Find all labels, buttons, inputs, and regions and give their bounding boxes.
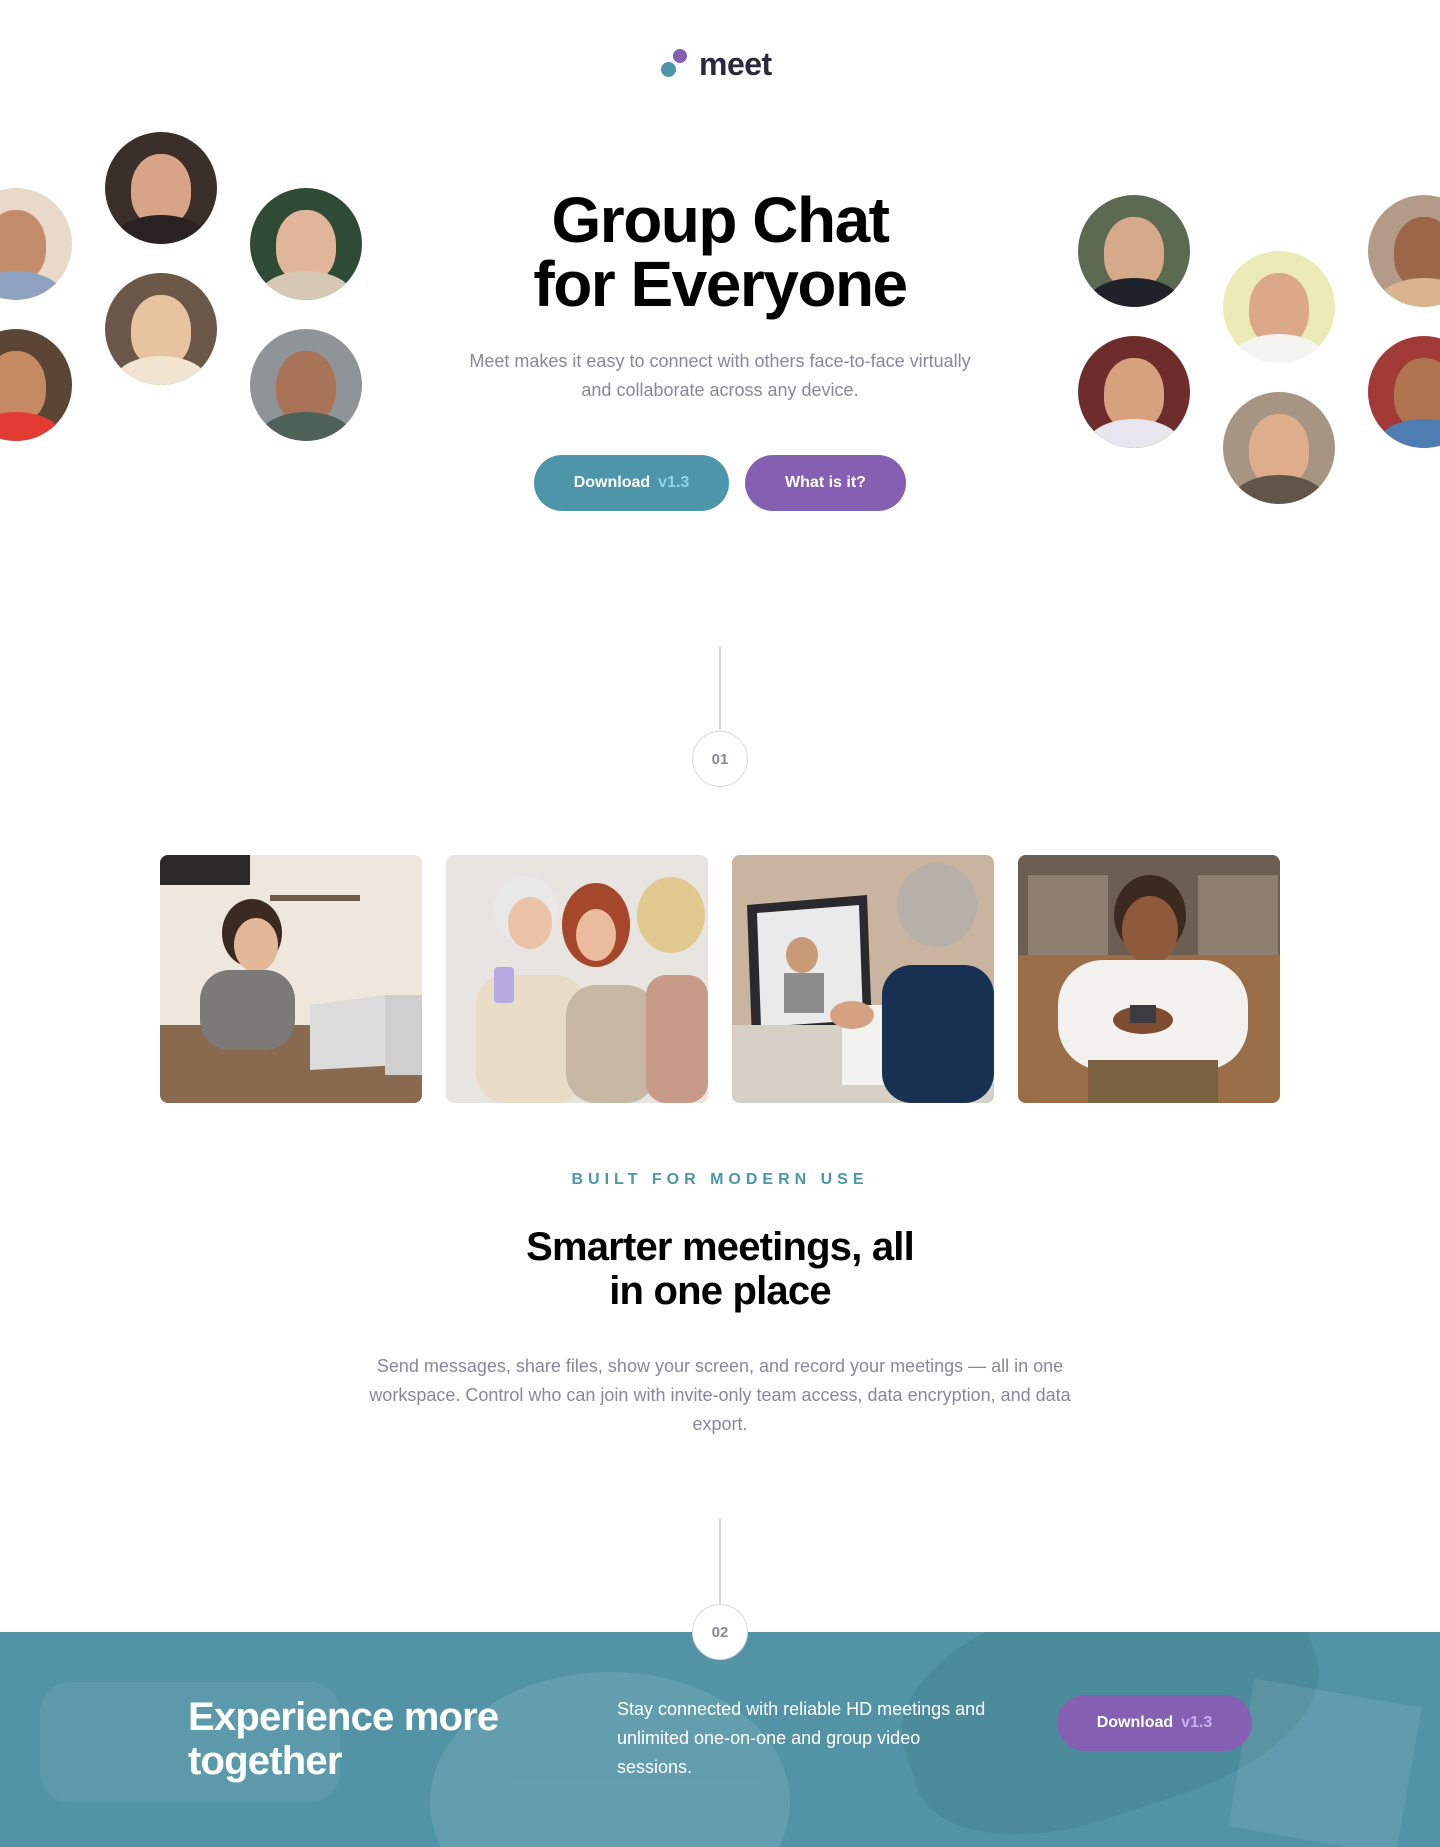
cta-body: Stay connected with reliable HD meetings… <box>617 1699 986 1777</box>
what-is-it-label: What is it? <box>785 474 866 491</box>
download-version: v1.3 <box>658 474 690 491</box>
hero-title-line-2: for Everyone <box>533 248 908 320</box>
download-button[interactable]: Download v1.3 <box>534 455 729 511</box>
avatar <box>1223 392 1335 504</box>
divider-line <box>719 646 721 730</box>
avatar <box>1368 195 1440 307</box>
cta-title-line-2: together <box>188 1739 342 1783</box>
section-eyebrow: BUILT FOR MODERN USE <box>571 1171 869 1188</box>
meet-logo-icon <box>661 49 687 79</box>
hero-title-line-1: Group Chat <box>551 184 890 256</box>
avatar <box>1223 251 1335 363</box>
photo-tile <box>446 855 708 1103</box>
avatar <box>0 329 72 441</box>
step-badge: 01 <box>692 731 748 787</box>
divider-line <box>719 1518 721 1604</box>
avatar <box>105 273 217 385</box>
section-title-line-1: Smarter meetings, all <box>526 1225 915 1269</box>
step-badge: 02 <box>692 1604 748 1660</box>
avatar <box>0 188 72 300</box>
avatar <box>1078 336 1190 448</box>
photo-tile <box>160 855 422 1103</box>
photo-tile <box>732 855 994 1103</box>
avatar <box>1368 336 1440 448</box>
cta-download-label: Download <box>1096 1714 1174 1731</box>
section-title: Smarter meetings, all in one place <box>470 1225 970 1313</box>
what-is-it-button[interactable]: What is it? <box>745 455 906 511</box>
cta-title: Experience more together <box>188 1695 568 1783</box>
cta-download-version: v1.3 <box>1181 1714 1213 1731</box>
brand-name: meet <box>699 46 772 82</box>
meet-logo[interactable]: meet <box>661 48 772 80</box>
avatar <box>1078 195 1190 307</box>
avatar <box>250 329 362 441</box>
section-title-line-2: in one place <box>609 1269 831 1313</box>
cta-download-button[interactable]: Download v1.3 <box>1057 1695 1252 1751</box>
download-button-label: Download <box>573 474 651 491</box>
hero-subtitle: Meet makes it easy to connect with other… <box>469 351 971 400</box>
avatar <box>250 188 362 300</box>
hero-title: Group Chat for Everyone <box>420 188 1020 316</box>
avatar <box>105 132 217 244</box>
cta-title-line-1: Experience more <box>188 1695 499 1739</box>
photo-tile <box>1018 855 1280 1103</box>
section-body: Send messages, share files, show your sc… <box>369 1356 1071 1434</box>
